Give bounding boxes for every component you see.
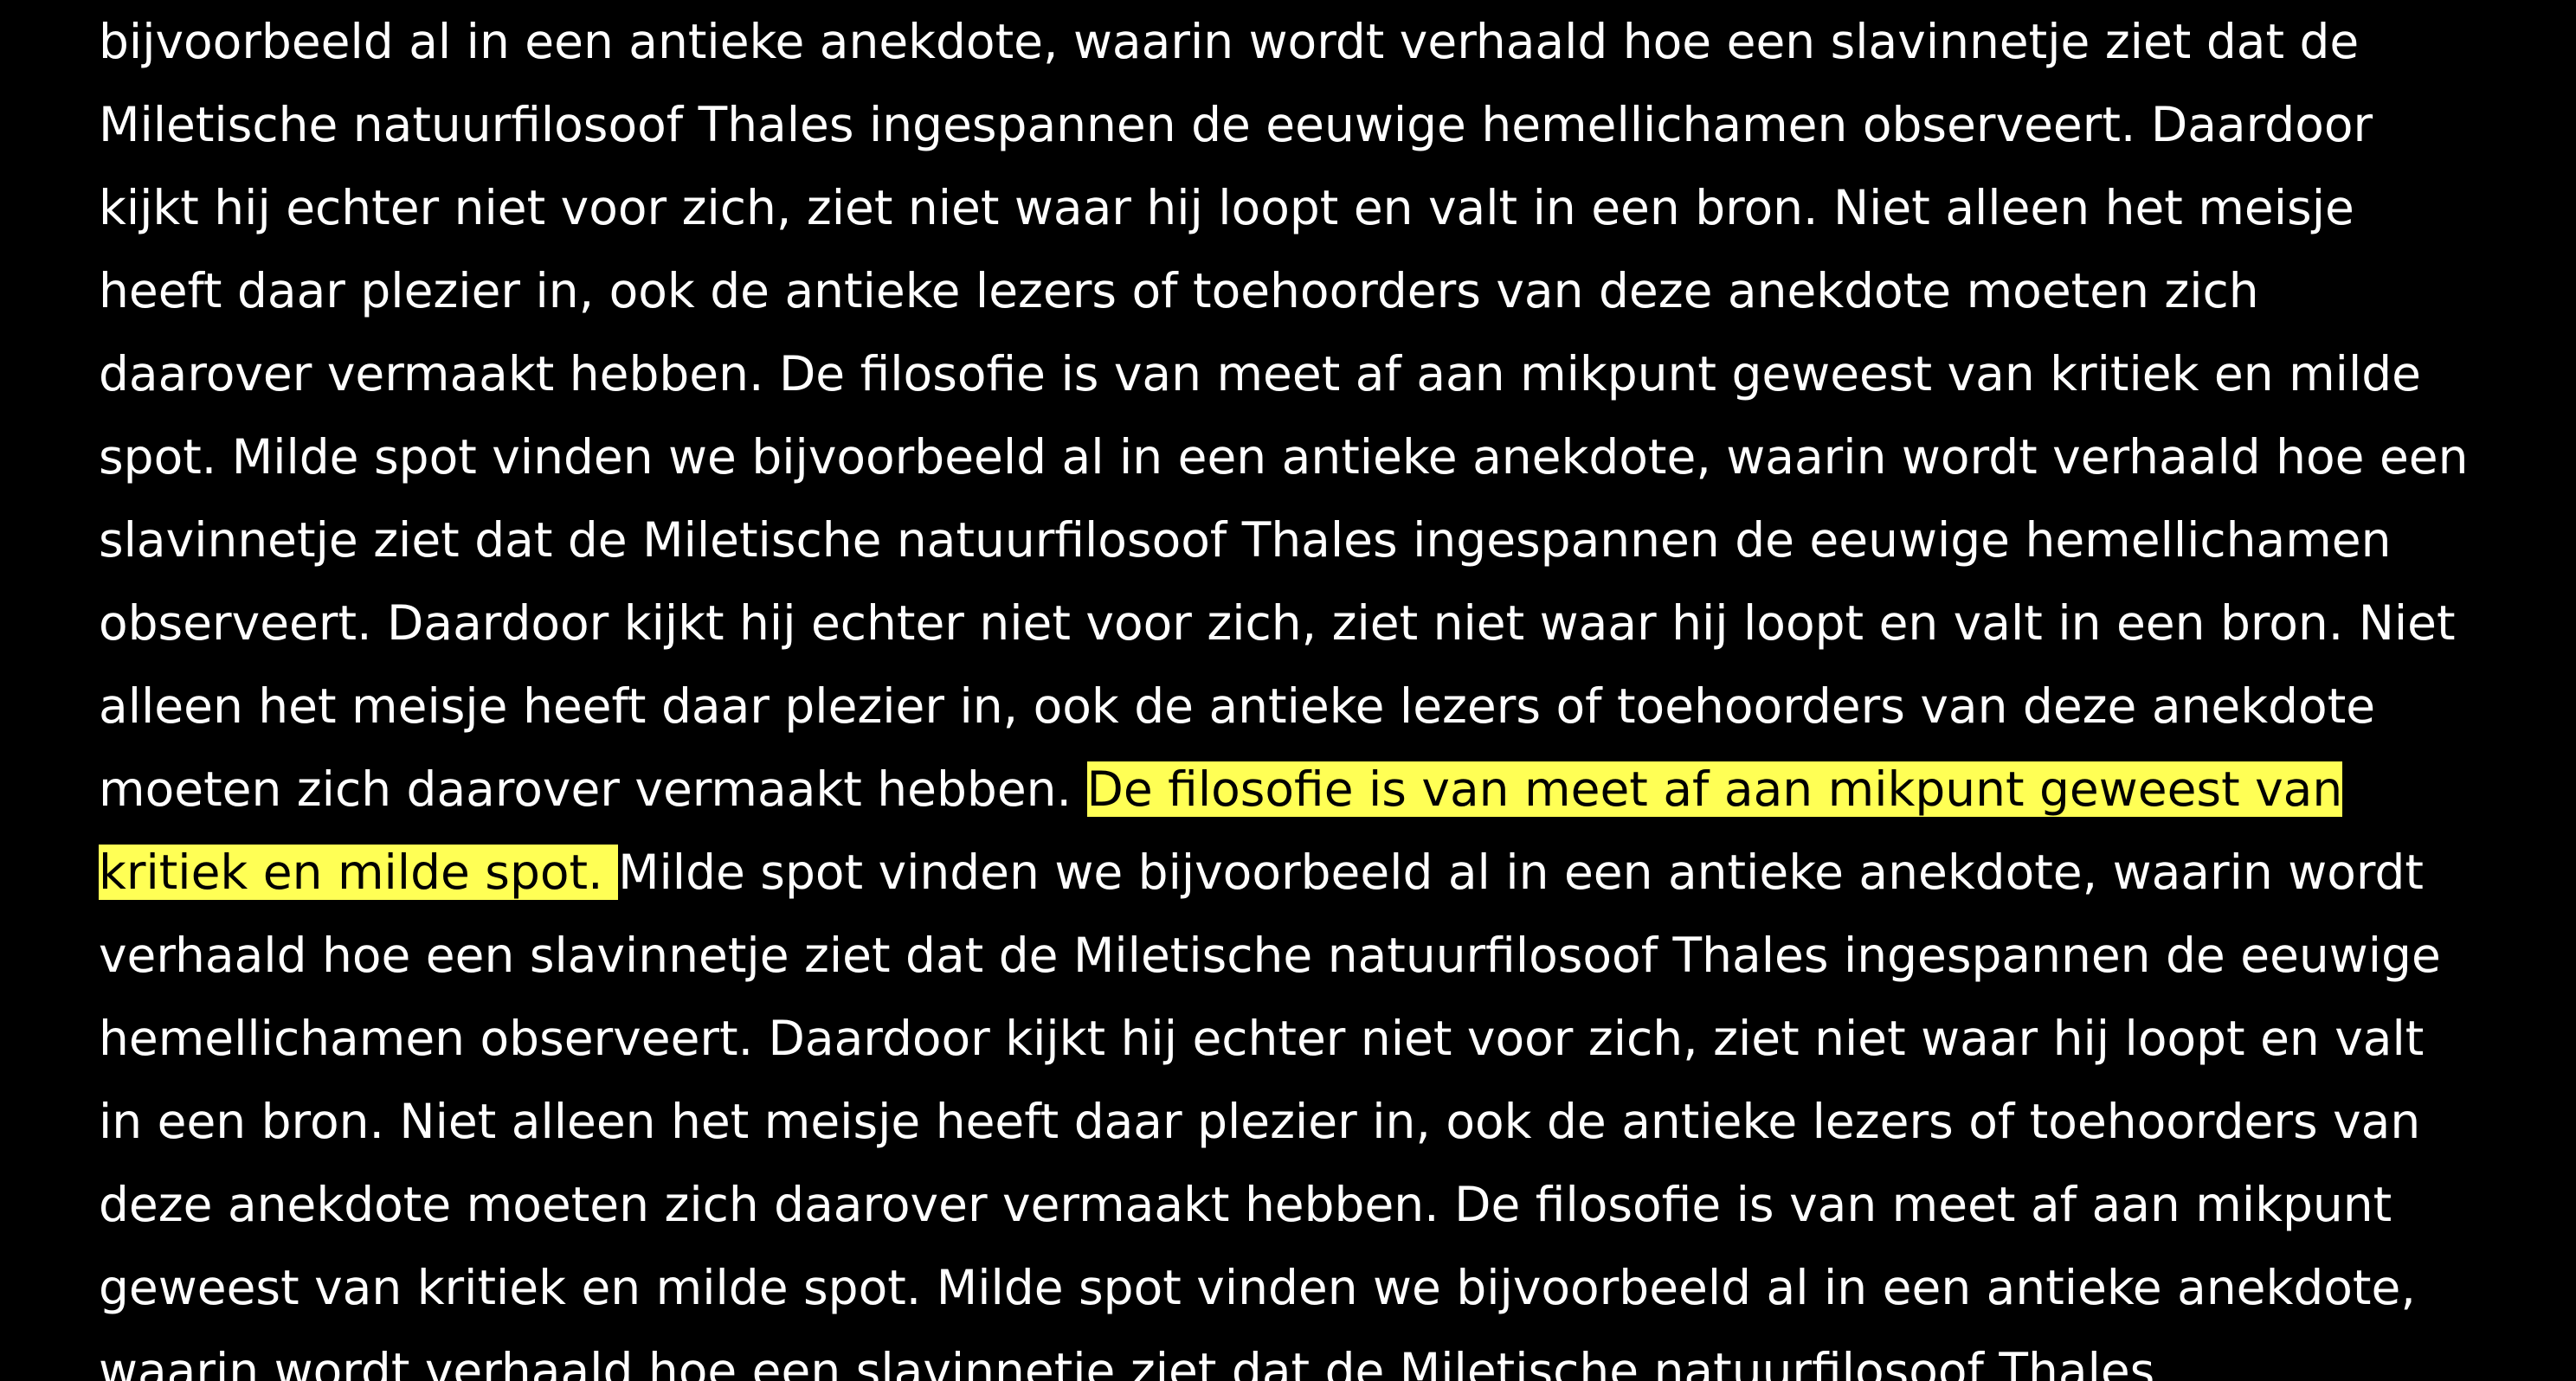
text-segment: spot. Milde spot vinden we bijvoorbeeld … (99, 429, 2469, 485)
text-segment: alleen het meisje heeft daar plezier in,… (99, 678, 2376, 734)
highlighted-text[interactable]: De filosofie is van meet af aan mikpunt … (1086, 761, 2343, 817)
text-segment: deze anekdote moeten zich daarover verma… (99, 1177, 2392, 1232)
text-segment: Miletische natuurfilosoof Thales ingespa… (99, 97, 2373, 152)
text-line: kritiek en milde spot. Milde spot vinden… (99, 831, 2540, 914)
text-line: alleen het meisje heeft daar plezier in,… (99, 665, 2540, 748)
text-segment: daarover vermaakt hebben. De filosofie i… (99, 346, 2421, 401)
text-line: hemellichamen observeert. Daardoor kijkt… (99, 997, 2540, 1080)
text-line: observeert. Daardoor kijkt hij echter ni… (99, 581, 2540, 665)
text-line: spot. Milde spot vinden we bijvoorbeeld … (99, 415, 2540, 498)
text-line: moeten zich daarover vermaakt hebben. De… (99, 748, 2540, 831)
document-reader[interactable]: bijvoorbeeld al in een antieke anekdote,… (0, 0, 2576, 1381)
document-text[interactable]: bijvoorbeeld al in een antieke anekdote,… (99, 0, 2540, 1381)
text-line: daarover vermaakt hebben. De filosofie i… (99, 332, 2540, 415)
text-line: Miletische natuurfilosoof Thales ingespa… (99, 83, 2540, 166)
highlighted-text[interactable]: kritiek en milde spot. (99, 845, 619, 900)
text-line: kijkt hij echter niet voor zich, ziet ni… (99, 166, 2540, 249)
text-line: geweest van kritiek en milde spot. Milde… (99, 1246, 2540, 1329)
text-segment: heeft daar plezier in, ook de antieke le… (99, 263, 2259, 318)
text-segment: geweest van kritiek en milde spot. Milde… (99, 1260, 2416, 1315)
text-segment: bijvoorbeeld al in een antieke anekdote,… (99, 14, 2360, 69)
text-line: waarin wordt verhaald hoe een slavinnetj… (99, 1329, 2540, 1381)
text-segment: waarin wordt verhaald hoe een slavinnetj… (99, 1343, 2155, 1381)
text-segment: kijkt hij echter niet voor zich, ziet ni… (99, 180, 2354, 235)
text-line: verhaald hoe een slavinnetje ziet dat de… (99, 914, 2540, 997)
text-line: in een bron. Niet alleen het meisje heef… (99, 1080, 2540, 1163)
text-segment: Milde spot vinden we bijvoorbeeld al in … (618, 845, 2424, 900)
text-line: bijvoorbeeld al in een antieke anekdote,… (99, 0, 2540, 83)
text-segment: moeten zich daarover vermaakt hebben. (99, 761, 1087, 817)
text-segment: verhaald hoe een slavinnetje ziet dat de… (99, 928, 2441, 983)
text-line: deze anekdote moeten zich daarover verma… (99, 1163, 2540, 1246)
text-segment: in een bron. Niet alleen het meisje heef… (99, 1094, 2421, 1149)
text-segment: slavinnetje ziet dat de Miletische natuu… (99, 512, 2392, 568)
text-segment: hemellichamen observeert. Daardoor kijkt… (99, 1011, 2425, 1066)
text-segment: observeert. Daardoor kijkt hij echter ni… (99, 595, 2456, 651)
text-line: slavinnetje ziet dat de Miletische natuu… (99, 498, 2540, 581)
text-line: heeft daar plezier in, ook de antieke le… (99, 249, 2540, 332)
